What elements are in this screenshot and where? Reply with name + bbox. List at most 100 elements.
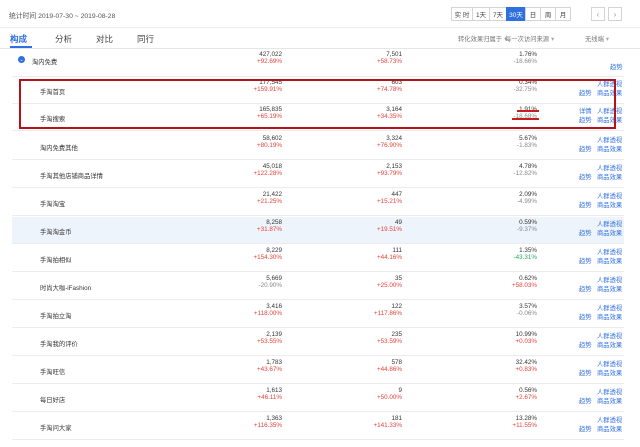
top-bar: 统计时间 2019-07-30 ~ 2019-08-28 实 时 1天 7天 3…: [0, 0, 640, 28]
trend-link[interactable]: 趋势: [579, 172, 592, 181]
trend-link[interactable]: 趋势: [579, 396, 592, 405]
product-effect-link[interactable]: 商品效果: [597, 340, 622, 349]
product-effect-link[interactable]: 商品效果: [597, 312, 622, 321]
period-month-button[interactable]: 月: [555, 7, 571, 21]
trend-link[interactable]: 趋势: [579, 228, 592, 237]
buyers-value: 111 +44.16%: [376, 247, 402, 261]
source-name: 淘内免费其他: [40, 145, 78, 152]
conversion-value: 5.67% -1.83%: [517, 135, 537, 149]
crowd-perspective-link[interactable]: 人群透视: [597, 163, 622, 172]
table-row: 淘内免费其他 58,602 +80.19% 3,324 +76.90% 5.67% -1.8…: [12, 133, 624, 160]
product-effect-link[interactable]: 商品效果: [597, 368, 622, 377]
crowd-perspective-link[interactable]: 人群透视: [597, 331, 622, 340]
crowd-perspective-link[interactable]: 人群透视: [597, 415, 622, 424]
period-week-button[interactable]: 周: [540, 7, 556, 21]
crowd-perspective-link[interactable]: 人群透视: [597, 275, 622, 284]
chevron-down-icon: ▾: [551, 36, 555, 43]
crowd-perspective-link[interactable]: 人群透视: [597, 135, 622, 144]
product-effect-link[interactable]: 商品效果: [597, 424, 622, 433]
table-row: 手淘拍相似 8,229 +154.30% 111 +44.16% 1.35% -43.31%…: [12, 245, 624, 272]
trend-link[interactable]: 趋势: [579, 284, 592, 293]
source-name: 时尚大咖-iFashion: [40, 285, 92, 292]
device-filter[interactable]: 无线端 ▾: [585, 34, 609, 43]
product-effect-link[interactable]: 商品效果: [597, 200, 622, 209]
visitors-value: 3,416 +118.00%: [253, 303, 282, 317]
table-row: 手淘我的评价 2,139 +53.55% 235 +53.59% 10.99% +0.03%…: [12, 329, 624, 356]
buyers-value: 2,153 +93.79%: [376, 163, 402, 177]
product-effect-link[interactable]: 商品效果: [597, 284, 622, 293]
trend-link[interactable]: 趋势: [579, 200, 592, 209]
period-7day-button[interactable]: 7天: [489, 7, 507, 21]
buyers-value: 447 +15.21%: [376, 191, 402, 205]
trend-link[interactable]: 趋势: [579, 256, 592, 265]
trend-link[interactable]: 趋势: [579, 144, 592, 153]
visitors-value: 1,613 +46.11%: [257, 387, 282, 401]
source-name: 淘内免费: [32, 59, 58, 66]
device-label: 无线端: [585, 36, 604, 43]
trend-link[interactable]: 趋势: [579, 340, 592, 349]
crowd-perspective-link[interactable]: 人群透视: [597, 247, 622, 256]
date-range-label: 统计时间 2019-07-30 ~ 2019-08-28: [9, 13, 116, 20]
trend-link[interactable]: 趋势: [579, 312, 592, 321]
tab-analysis[interactable]: 分析: [55, 33, 72, 45]
product-effect-link[interactable]: 商品效果: [597, 172, 622, 181]
visitors-value: 45,018 +122.28%: [253, 163, 282, 177]
tab-peers[interactable]: 同行: [137, 33, 154, 45]
table-row: 每日好店 1,613 +46.11% 9 +50.00% 0.56% +2.67% 人群透视趋…: [12, 385, 624, 412]
source-name: 手淘旺信: [40, 369, 66, 376]
visit-source-filter[interactable]: 每一次访问来源 ▾: [505, 34, 554, 43]
conversion-value: 3.57% -0.06%: [517, 303, 537, 317]
product-effect-link[interactable]: 商品效果: [597, 228, 622, 237]
visitors-value: 427,022 +92.69%: [256, 51, 282, 65]
conversion-value: 0.62% +58.03%: [511, 275, 537, 289]
crowd-perspective-link[interactable]: 人群透视: [597, 387, 622, 396]
product-effect-link[interactable]: 商品效果: [597, 256, 622, 265]
period-realtime-button[interactable]: 实 时: [451, 7, 473, 21]
product-effect-link[interactable]: 商品效果: [597, 396, 622, 405]
table-row: 手淘问大家 1,363 +116.35% 181 +141.33% 13.28% +11.5…: [12, 413, 624, 440]
source-name: 手淘问大家: [40, 425, 72, 432]
buyers-value: 181 +141.33%: [373, 415, 402, 429]
conversion-value: 13.28% +11.55%: [512, 415, 537, 429]
visitors-value: 1,783 +43.67%: [256, 359, 282, 373]
source-name: 手淘淘宝: [40, 201, 66, 208]
chevron-right-icon[interactable]: ›: [608, 7, 622, 21]
crowd-perspective-link[interactable]: 人群透视: [597, 359, 622, 368]
conversion-value: 10.99% +0.03%: [515, 331, 537, 345]
trend-link[interactable]: 趋势: [579, 368, 592, 377]
period-selector: 实 时 1天 7天 30天 日 周 月: [451, 7, 571, 21]
period-1day-button[interactable]: 1天: [472, 7, 490, 21]
tab-composition[interactable]: 构成: [10, 33, 27, 45]
attribution-label: 转化效果归属于: [458, 36, 503, 43]
visitors-value: 1,363 +116.35%: [253, 415, 282, 429]
trend-link[interactable]: 趋势: [579, 424, 592, 433]
conversion-value: 1.35% -43.31%: [513, 247, 537, 261]
product-effect-link[interactable]: 商品效果: [597, 144, 622, 153]
source-name: 手淘拍立淘: [40, 313, 72, 320]
crowd-perspective-link[interactable]: 人群透视: [597, 303, 622, 312]
crowd-perspective-link[interactable]: 人群透视: [597, 191, 622, 200]
table-row: 手淘拍立淘 3,416 +118.00% 122 +117.86% 3.57% -0.06%…: [12, 301, 624, 328]
period-30day-button[interactable]: 30天: [506, 7, 526, 21]
table-row: 手淘其他店铺商品详情 45,018 +122.28% 2,153 +93.79% 4.78…: [12, 161, 624, 188]
conversion-value: 2.09% -4.99%: [517, 191, 537, 205]
chevron-left-icon[interactable]: ‹: [591, 7, 605, 21]
trend-link[interactable]: 趋势: [610, 62, 623, 71]
buyers-value: 3,324 +76.90%: [376, 135, 402, 149]
attribution-filter[interactable]: 转化效果归属于 ▾: [458, 34, 507, 43]
visitors-value: 58,602 +80.19%: [256, 135, 282, 149]
tab-compare[interactable]: 对比: [96, 33, 113, 45]
period-day-button[interactable]: 日: [525, 7, 541, 21]
source-name: 手淘拍相似: [40, 257, 72, 264]
visitors-value: 21,422 +21.25%: [256, 191, 282, 205]
conversion-value: 0.56% +2.67%: [515, 387, 537, 401]
collapse-icon[interactable]: ⌄: [18, 56, 25, 63]
chevron-down-icon: ▾: [605, 36, 610, 43]
table-row-group: ⌄ 淘内免费 427,022 +92.69% 7,501 +58.73% 1.76%…: [12, 50, 624, 77]
active-tab-indicator: [10, 46, 32, 48]
crowd-perspective-link[interactable]: 人群透视: [597, 219, 622, 228]
source-name: 手淘我的评价: [40, 341, 78, 348]
highlight-box: [19, 79, 616, 129]
buyers-value: 7,501 +58.73%: [376, 51, 402, 65]
buyers-value: 35 +25.00%: [376, 275, 402, 289]
